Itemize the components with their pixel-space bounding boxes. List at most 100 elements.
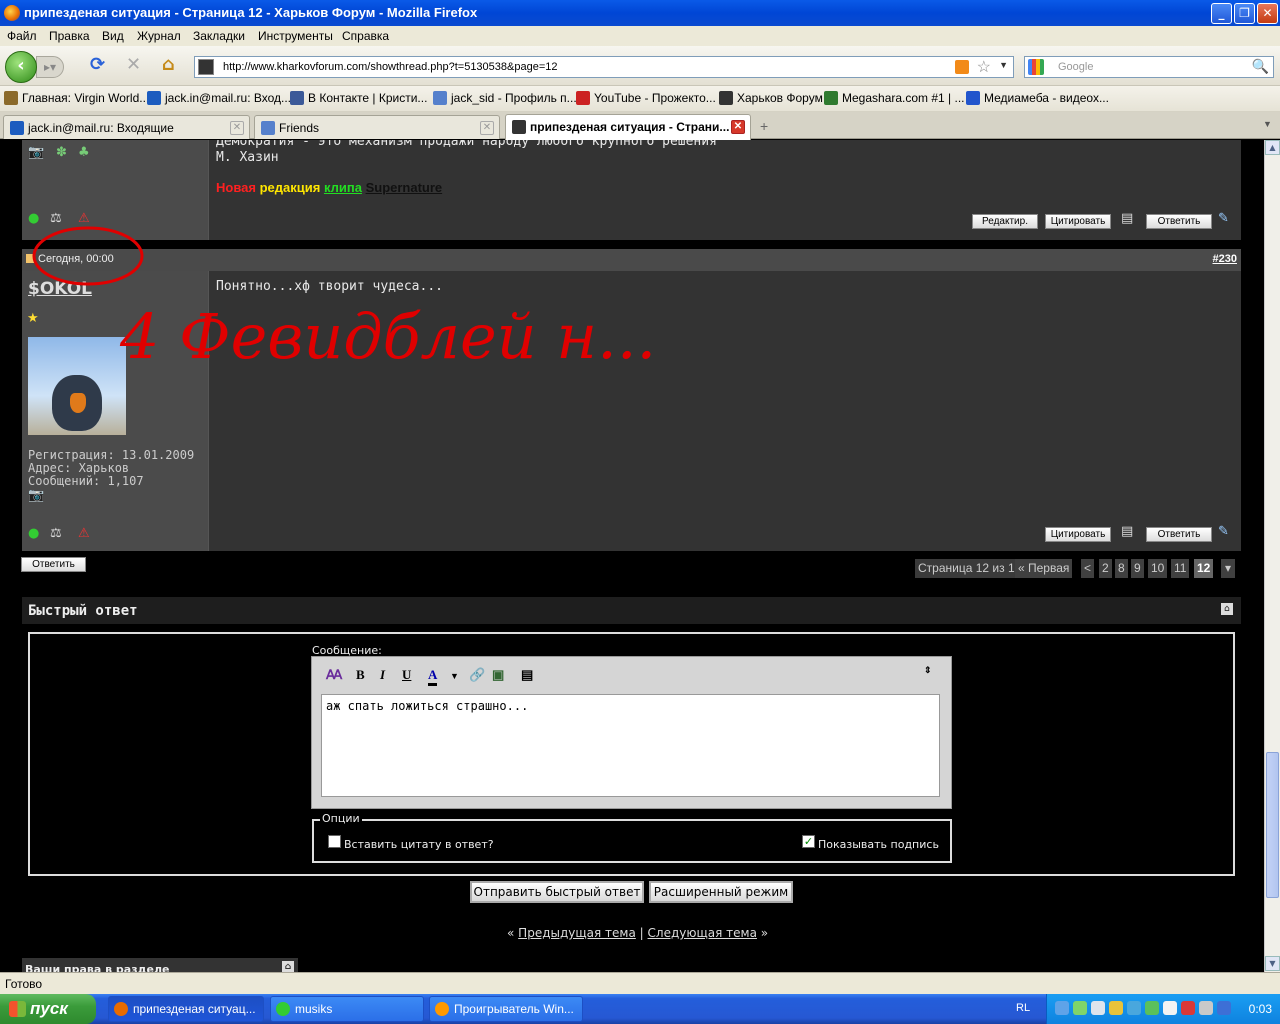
collapse-icon[interactable]: ⌂ xyxy=(282,961,294,972)
resize-icon[interactable]: ⇕ xyxy=(924,665,932,676)
advanced-mode-button[interactable]: Расширенный режим xyxy=(649,881,793,903)
tab-list-icon[interactable]: ▼ xyxy=(1263,119,1272,129)
back-button[interactable]: ‹ xyxy=(5,51,37,83)
profile-icon xyxy=(433,91,447,105)
volume-icon[interactable] xyxy=(1091,1001,1105,1015)
maximize-button[interactable]: ❐ xyxy=(1234,3,1255,24)
bookmark-item[interactable]: YouTube - Прожекто... xyxy=(576,91,716,105)
language-indicator[interactable]: RL xyxy=(1016,1002,1030,1014)
bookmark-item[interactable]: Главная: Virgin World... xyxy=(4,91,149,105)
bookmark-item[interactable]: jack.in@mail.ru: Вход... xyxy=(147,91,291,105)
tab-friends[interactable]: Friends ✕ xyxy=(254,115,500,139)
network-icon[interactable] xyxy=(1055,1001,1069,1015)
menu-history[interactable]: Журнал xyxy=(137,29,181,43)
url-bar[interactable]: http://www.kharkovforum.com/showthread.p… xyxy=(194,56,1014,78)
signature-checkbox[interactable]: ✓ xyxy=(802,835,815,848)
pager-page[interactable]: 10 xyxy=(1148,559,1168,578)
tray-app-icon[interactable] xyxy=(1217,1001,1231,1015)
bookmark-item[interactable]: Megashara.com #1 | ... xyxy=(824,91,965,105)
tab-mail[interactable]: jack.in@mail.ru: Входящие ✕ xyxy=(3,115,250,139)
menu-file[interactable]: Файл xyxy=(7,29,37,43)
message-textarea[interactable]: аж спать ложиться страшно... xyxy=(321,694,940,797)
rss-icon[interactable] xyxy=(955,60,969,74)
menu-help[interactable]: Справка xyxy=(342,29,389,43)
reload-icon[interactable]: ⟳ xyxy=(90,55,105,75)
tab-close-icon[interactable]: ✕ xyxy=(731,120,745,134)
tray-app-icon[interactable] xyxy=(1127,1001,1141,1015)
firefox-icon xyxy=(4,5,20,21)
tray-app-icon[interactable] xyxy=(1109,1001,1123,1015)
menu-tools[interactable]: Инструменты xyxy=(258,29,333,43)
bookmark-item[interactable]: Харьков Форум xyxy=(719,91,823,105)
search-bar[interactable]: Google 🔍 xyxy=(1024,56,1274,78)
pager-page[interactable]: 11 xyxy=(1171,559,1190,578)
bookmark-item[interactable]: В Контакте | Кристи... xyxy=(290,91,427,105)
tab-close-icon[interactable]: ✕ xyxy=(230,121,244,135)
quote-icon[interactable]: ▤ xyxy=(521,667,533,683)
close-button[interactable]: ✕ xyxy=(1257,3,1278,24)
rights-panel: Ваши права в разделе ⌂ xyxy=(22,958,298,972)
pager-first[interactable]: « Первая xyxy=(1015,559,1073,578)
quote-checkbox-label[interactable]: Вставить цитату в ответ? xyxy=(344,838,494,851)
font-color-button[interactable]: A xyxy=(428,667,438,686)
pager-page[interactable]: 9 xyxy=(1131,559,1144,578)
tab-close-icon[interactable]: ✕ xyxy=(480,121,494,135)
pager-jump-icon[interactable]: ▾ xyxy=(1221,559,1236,578)
bold-button[interactable]: B xyxy=(356,667,365,683)
menu-edit[interactable]: Правка xyxy=(49,29,90,43)
forward-button[interactable]: ▸▾ xyxy=(36,56,64,78)
next-thread-link[interactable]: Следующая тема xyxy=(648,926,757,940)
tray-app-icon[interactable] xyxy=(1073,1001,1087,1015)
reply-thread-button[interactable]: Ответить xyxy=(21,557,86,572)
taskbar-item-musiks[interactable]: musiks xyxy=(270,996,424,1022)
collapse-icon[interactable]: ⌂ xyxy=(1221,603,1233,615)
editor-toolbar: Ꜳ B I U A ▼ 🔗 ▣ ▤ ⇕ xyxy=(312,657,951,695)
submit-quick-reply-button[interactable]: Отправить быстрый ответ xyxy=(470,881,644,903)
bookmark-star-icon[interactable]: ☆ xyxy=(977,57,991,77)
url-dropdown-icon[interactable]: ▼ xyxy=(999,60,1008,70)
pager-current: 12 xyxy=(1194,559,1214,578)
new-tab-button[interactable]: + xyxy=(760,118,768,134)
pager-page[interactable]: 2 xyxy=(1099,559,1112,578)
tray-app-icon[interactable] xyxy=(1199,1001,1213,1015)
remove-format-icon[interactable]: Ꜳ xyxy=(326,667,342,683)
tray-app-icon[interactable] xyxy=(1163,1001,1177,1015)
tray-app-icon[interactable] xyxy=(1145,1001,1159,1015)
stop-icon[interactable]: ✕ xyxy=(126,55,141,75)
underline-button[interactable]: U xyxy=(402,667,411,683)
window-title-bar[interactable]: припезденая ситуация - Страница 12 - Хар… xyxy=(0,0,1280,26)
search-icon[interactable]: 🔍 xyxy=(1252,58,1269,75)
scroll-up-icon[interactable]: ▲ xyxy=(1265,140,1280,155)
image-icon[interactable]: ▣ xyxy=(492,667,504,683)
clock: 0:03 xyxy=(1248,1002,1272,1016)
search-placeholder[interactable]: Google xyxy=(1058,61,1093,73)
color-dropdown-icon[interactable]: ▼ xyxy=(450,671,459,681)
annotation-circle xyxy=(32,226,144,286)
home-icon[interactable]: ⌂ xyxy=(162,55,175,75)
italic-button[interactable]: I xyxy=(380,667,385,683)
mediameba-icon xyxy=(966,91,980,105)
link-icon[interactable]: 🔗 xyxy=(469,667,485,683)
menu-view[interactable]: Вид xyxy=(102,29,124,43)
minimize-button[interactable]: _ xyxy=(1211,3,1232,24)
google-icon[interactable] xyxy=(1028,59,1044,75)
scroll-thumb[interactable] xyxy=(1266,752,1279,898)
taskbar-item-firefox[interactable]: припезденая ситуац... xyxy=(108,996,264,1022)
start-button[interactable]: пуск xyxy=(0,994,96,1024)
pager-page[interactable]: 8 xyxy=(1115,559,1128,578)
pager-prev[interactable]: < xyxy=(1081,559,1095,578)
quote-checkbox[interactable] xyxy=(328,835,341,848)
tray-app-icon[interactable] xyxy=(1181,1001,1195,1015)
windows-logo-icon xyxy=(9,1001,26,1017)
url-text[interactable]: http://www.kharkovforum.com/showthread.p… xyxy=(223,61,558,73)
previous-thread-link[interactable]: Предыдущая тема xyxy=(518,926,636,940)
bookmark-item[interactable]: Медиамеба - видеох... xyxy=(966,91,1109,105)
status-text: Готово xyxy=(5,977,43,991)
taskbar-item-mediaplayer[interactable]: Проигрыватель Win... xyxy=(429,996,583,1022)
bookmark-item[interactable]: jack_sid - Профиль п... xyxy=(433,91,577,105)
scroll-down-icon[interactable]: ▼ xyxy=(1265,956,1280,971)
tab-forum[interactable]: припезденая ситуация - Страни... ✕ xyxy=(505,114,751,140)
menu-bookmarks[interactable]: Закладки xyxy=(193,29,245,43)
signature-checkbox-label[interactable]: Показывать подпись xyxy=(818,838,939,851)
vertical-scrollbar[interactable]: ▲ ▼ xyxy=(1264,140,1280,972)
